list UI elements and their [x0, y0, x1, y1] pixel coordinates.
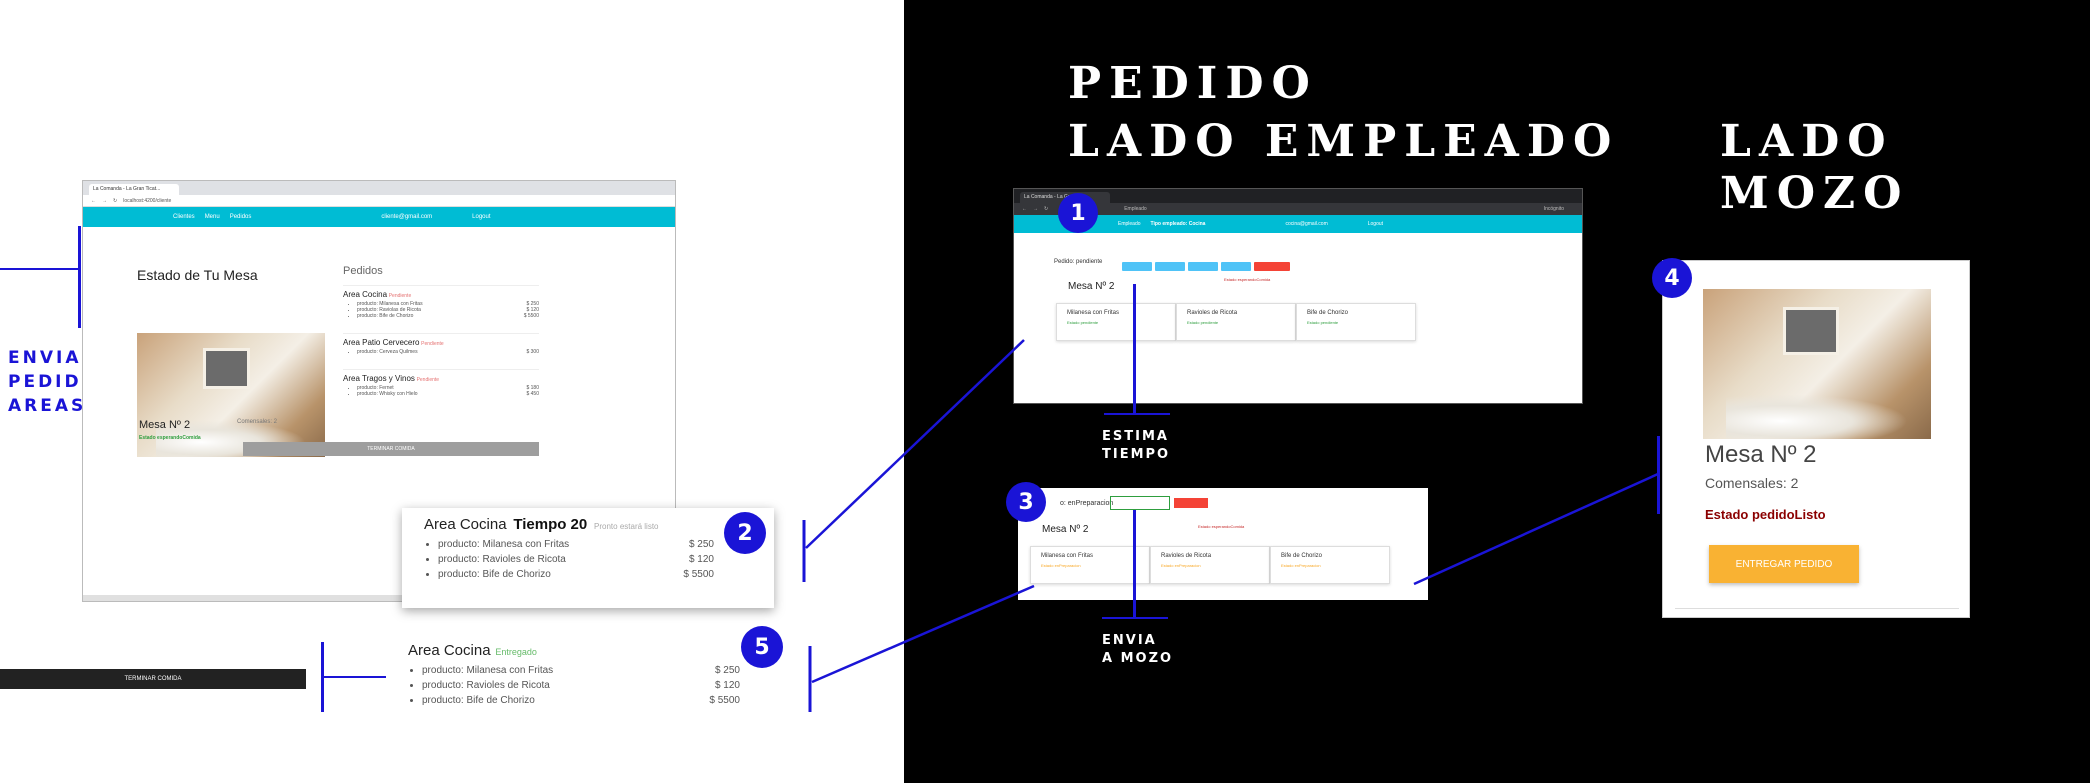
- connector-line: [805, 339, 1025, 549]
- connector-lines-svg: [802, 339, 1659, 712]
- connector-line: [1413, 472, 1659, 586]
- connector-line: [811, 584, 1035, 684]
